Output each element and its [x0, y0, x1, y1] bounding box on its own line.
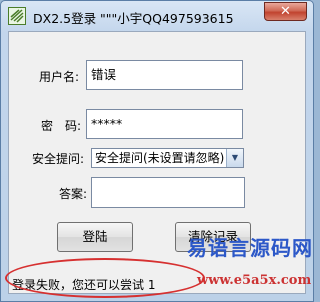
- security-question-select[interactable]: 安全提问(未设置请忽略) ▼: [91, 148, 244, 168]
- chevron-down-icon[interactable]: ▼: [226, 149, 243, 167]
- password-input[interactable]: *****: [86, 109, 243, 139]
- watermark-title: 易语言源码网: [187, 236, 313, 260]
- close-icon: ✕: [280, 4, 291, 19]
- title-bar[interactable]: DX2.5登录 """小宇QQ497593615 ✕: [1, 1, 313, 31]
- window-title: DX2.5登录 """小宇QQ497593615: [33, 11, 234, 26]
- security-question-value: 安全提问(未设置请忽略): [95, 151, 225, 165]
- username-label: 用户名:: [39, 70, 80, 84]
- username-input[interactable]: 错误: [86, 60, 243, 90]
- app-icon: [8, 7, 26, 25]
- annotation-ellipse: [5, 258, 205, 298]
- login-window: DX2.5登录 """小宇QQ497593615 ✕ 用户名: 错误 密 码: …: [0, 0, 314, 302]
- login-button[interactable]: 登陆: [57, 222, 133, 252]
- security-question-label: 安全提问:: [32, 152, 85, 166]
- answer-input[interactable]: [91, 177, 245, 208]
- answer-label: 答案:: [59, 187, 88, 201]
- watermark-url: www.e5a5x.com: [197, 273, 312, 288]
- password-label: 密 码:: [41, 119, 82, 133]
- close-button[interactable]: ✕: [264, 2, 307, 21]
